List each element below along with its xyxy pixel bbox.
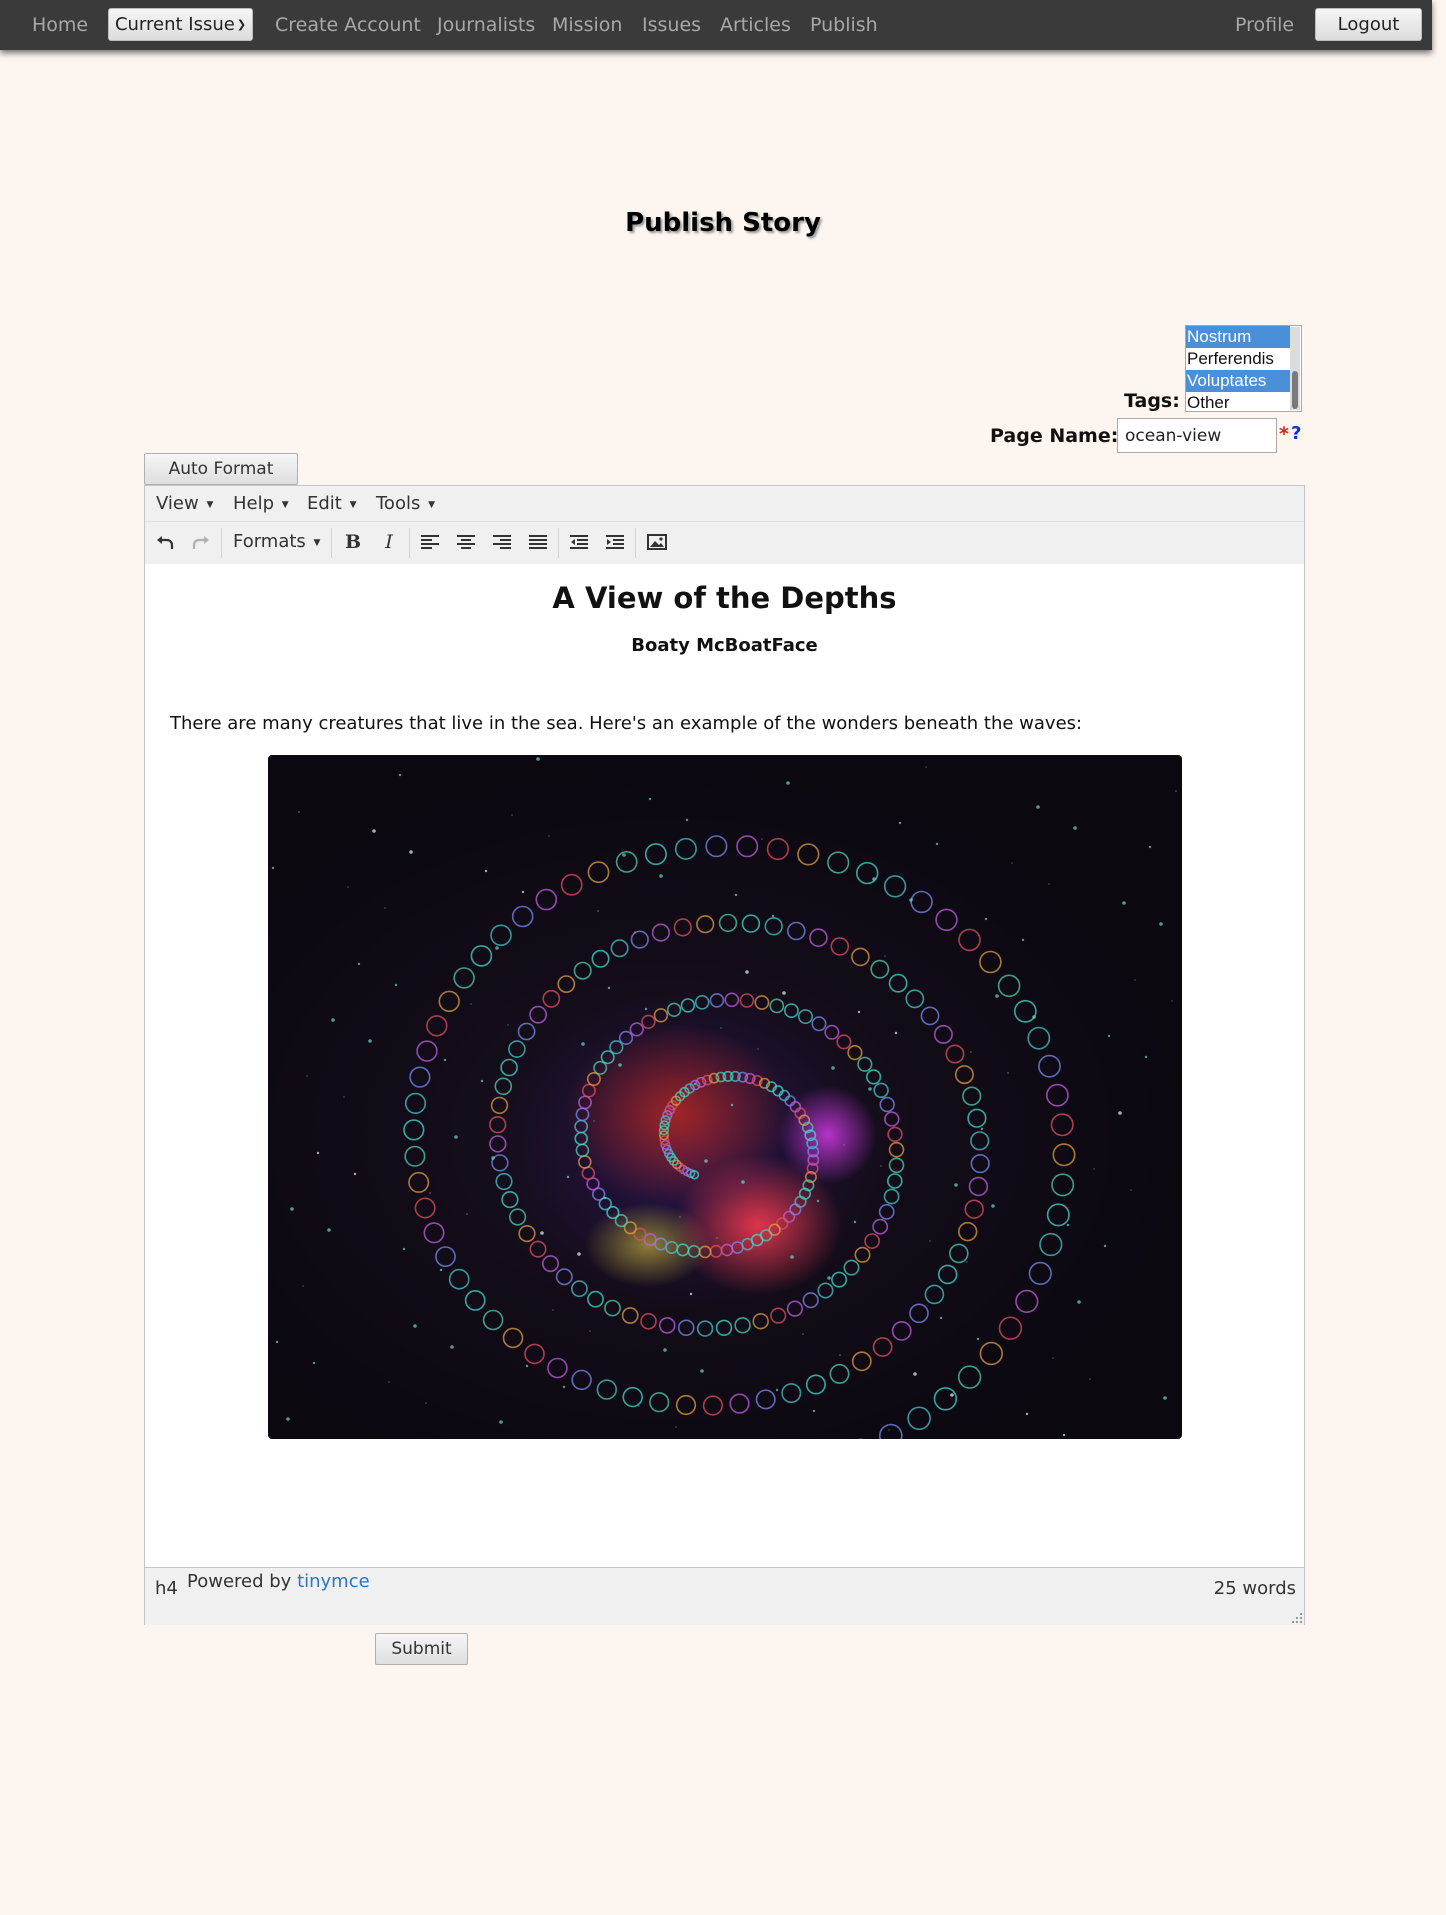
undo-icon[interactable] <box>150 527 180 557</box>
logout-button[interactable]: Logout <box>1315 8 1422 41</box>
current-issue-dropdown[interactable]: Current Issue ❯ <box>108 8 253 41</box>
current-issue-label: Current Issue <box>114 14 235 35</box>
caret-down-icon: ▼ <box>428 500 435 510</box>
element-path[interactable]: h4 <box>155 1578 178 1599</box>
indent-icon[interactable] <box>600 527 630 557</box>
tags-scroll-thumb[interactable] <box>1292 371 1298 409</box>
submit-button[interactable]: Submit <box>375 1633 468 1665</box>
editor-content-area[interactable]: A View of the Depths Boaty McBoatFace Th… <box>145 564 1304 1567</box>
editor-statusbar: h4 Powered by tinymce 25 words <box>145 1567 1304 1625</box>
menu-tools[interactable]: Tools ▼ <box>376 493 435 514</box>
nav-publish[interactable]: Publish <box>810 14 878 36</box>
tags-multiselect[interactable]: Nostrum Perferendis Voluptates Other <box>1185 325 1302 412</box>
tinymce-link[interactable]: tinymce <box>297 1571 370 1592</box>
top-navbar: Home Current Issue ❯ Create Account Journ… <box>0 0 1432 50</box>
editor-toolbar: Formats ▼ B I <box>145 522 1304 565</box>
page-name-help-link[interactable]: ? <box>1291 423 1301 444</box>
caret-down-icon: ▼ <box>206 500 214 510</box>
italic-icon[interactable]: I <box>374 527 404 557</box>
auto-format-button[interactable]: Auto Format <box>144 453 298 485</box>
align-center-icon[interactable] <box>451 527 481 557</box>
menu-edit-label: Edit <box>307 493 342 514</box>
editor-menubar: View ▼ Help ▼ Edit ▼ Tools ▼ <box>145 486 1304 522</box>
nav-profile[interactable]: Profile <box>1235 14 1294 36</box>
story-title: A View of the Depths <box>552 581 897 615</box>
formats-label: Formats <box>233 531 306 552</box>
story-author: Boaty McBoatFace <box>631 635 818 656</box>
image-icon[interactable] <box>642 527 672 557</box>
menu-help[interactable]: Help ▼ <box>233 493 289 514</box>
powered-by-label: Powered by <box>187 1571 298 1592</box>
story-paragraph: There are many creatures that live in th… <box>170 713 1083 734</box>
powered-by-text: Powered by tinymce <box>187 1571 370 1592</box>
chevron-down-icon: ❯ <box>236 18 247 31</box>
word-count: 25 words <box>1213 1578 1296 1599</box>
caret-down-icon: ▼ <box>349 500 357 510</box>
tag-option-other[interactable]: Other <box>1186 392 1290 411</box>
caret-down-icon: ▼ <box>281 500 289 510</box>
toolbar-divider <box>409 528 410 558</box>
menu-view-label: View <box>156 493 199 514</box>
align-right-icon[interactable] <box>487 527 517 557</box>
tag-option-nostrum[interactable]: Nostrum <box>1186 326 1290 348</box>
required-marker: * <box>1279 423 1289 445</box>
nav-issues[interactable]: Issues <box>642 14 701 36</box>
nav-articles[interactable]: Articles <box>720 14 791 36</box>
nav-create-account[interactable]: Create Account <box>275 14 421 36</box>
story-image <box>268 755 1182 1439</box>
menu-tools-label: Tools <box>376 493 421 514</box>
tags-label: Tags: <box>1124 390 1180 412</box>
outdent-icon[interactable] <box>564 527 594 557</box>
formats-dropdown[interactable]: Formats ▼ <box>233 531 320 552</box>
redo-icon[interactable] <box>186 527 216 557</box>
toolbar-divider <box>558 528 559 558</box>
page-title: Publish Story <box>625 208 821 238</box>
toolbar-divider <box>221 528 222 558</box>
nav-mission[interactable]: Mission <box>552 14 622 36</box>
tag-option-voluptates[interactable]: Voluptates <box>1186 370 1290 392</box>
toolbar-divider <box>331 528 332 558</box>
align-left-icon[interactable] <box>415 527 445 557</box>
bold-icon[interactable]: B <box>338 527 368 557</box>
page-name-label: Page Name: <box>990 425 1119 447</box>
tags-scrollbar[interactable] <box>1290 327 1300 410</box>
nav-journalists[interactable]: Journalists <box>437 14 535 36</box>
caret-down-icon: ▼ <box>313 538 321 548</box>
menu-help-label: Help <box>233 493 275 514</box>
nav-home[interactable]: Home <box>32 14 88 36</box>
resize-handle-icon[interactable] <box>1291 1612 1303 1624</box>
tag-option-perferendis[interactable]: Perferendis <box>1186 348 1290 370</box>
page-name-input[interactable] <box>1117 418 1277 453</box>
toolbar-divider <box>635 528 636 558</box>
menu-view[interactable]: View ▼ <box>156 493 213 514</box>
fractal-spiral-art <box>271 757 1177 1439</box>
align-justify-icon[interactable] <box>523 527 553 557</box>
rich-text-editor: View ▼ Help ▼ Edit ▼ Tools ▼ Formats ▼ B… <box>144 485 1305 1625</box>
menu-edit[interactable]: Edit ▼ <box>307 493 357 514</box>
